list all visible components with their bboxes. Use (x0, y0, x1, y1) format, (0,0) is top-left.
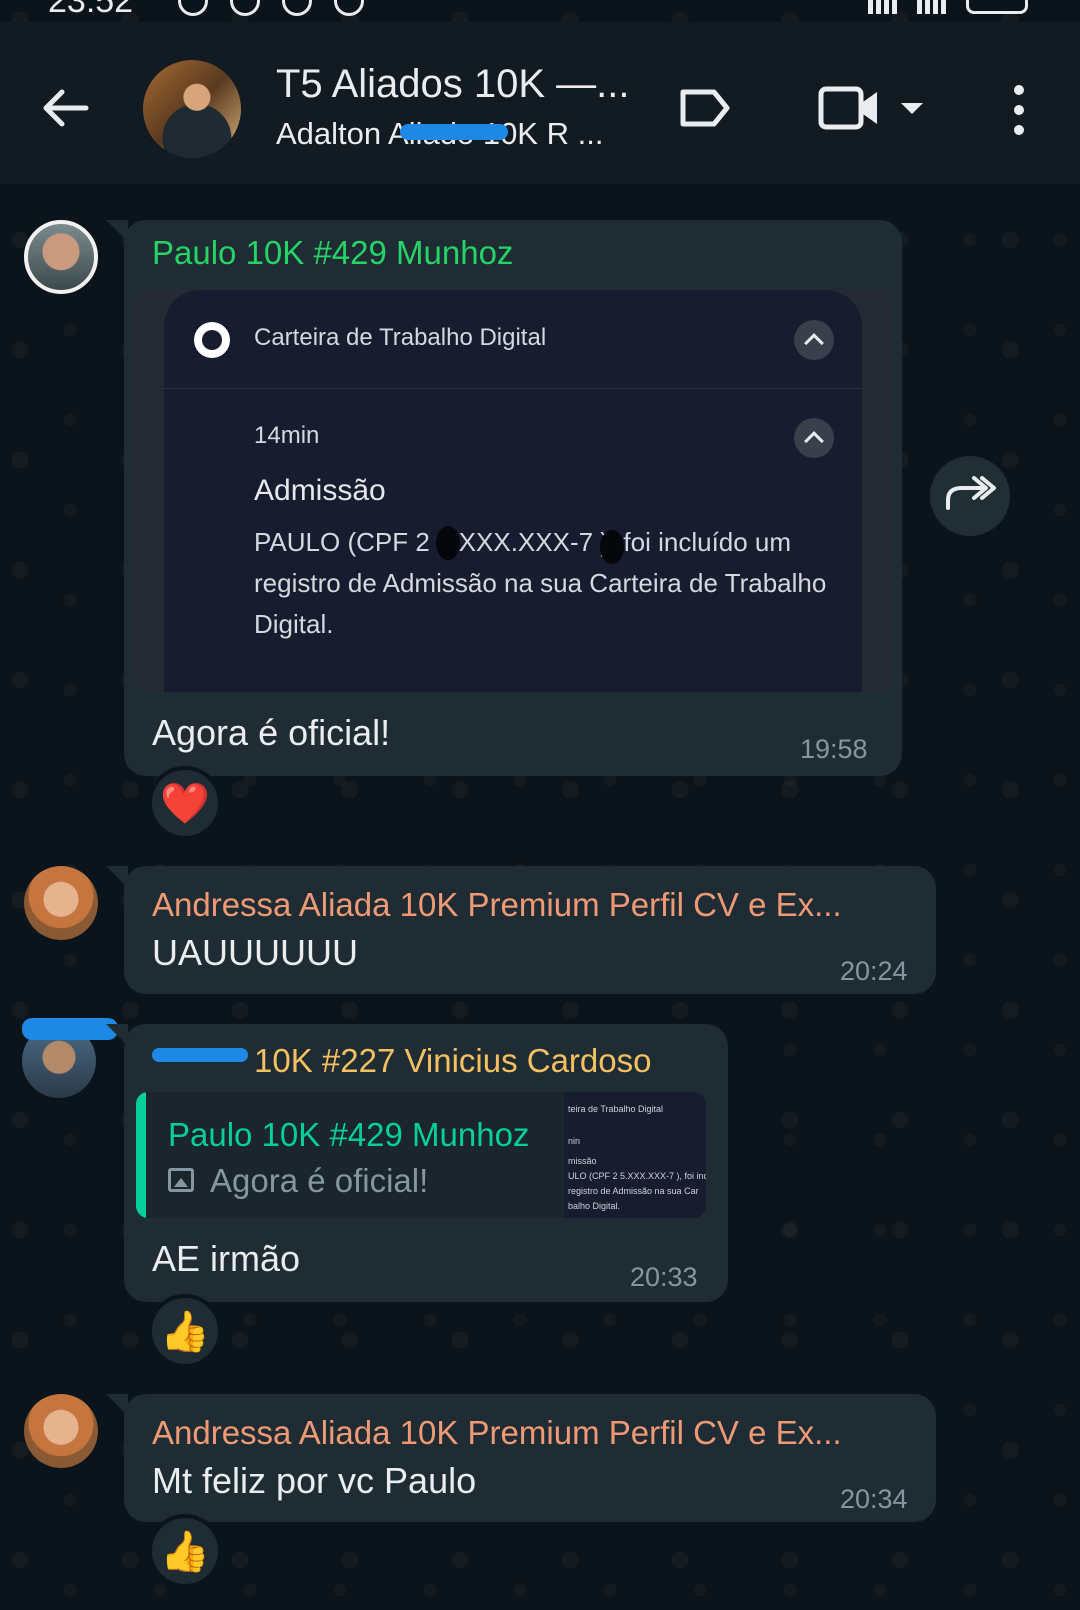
message-text: AE irmão (152, 1238, 301, 1279)
sender-name[interactable]: 10K #227 Vinicius Cardoso (254, 1042, 651, 1080)
redaction-mark (22, 1018, 118, 1040)
more-options-icon[interactable] (1004, 82, 1034, 138)
divider (164, 388, 862, 389)
message-time: 20:24 (840, 956, 908, 986)
chat-header: T5 Aliados 10K —... Adalton Aliado 10K R… (0, 22, 1080, 184)
avatar-andressa[interactable] (24, 1394, 98, 1468)
message-bubble[interactable]: Andressa Aliada 10K Premium Perfil CV e … (106, 1394, 936, 1522)
status-time: 23:52 (48, 0, 134, 20)
group-avatar[interactable] (143, 60, 241, 158)
message-text: UAUUUUUU (152, 932, 358, 973)
notification-time: 14min (254, 422, 320, 449)
avatar-paulo[interactable] (24, 220, 98, 294)
video-call-icon[interactable] (818, 82, 880, 134)
quote-thumbnail: teira de Trabalho Digital nin missão ULO… (564, 1092, 706, 1218)
message-time: 19:58 (800, 734, 868, 764)
sender-name[interactable]: Paulo 10K #429 Munhoz (152, 234, 513, 272)
thumb-line: balho Digital. (568, 1201, 621, 1211)
message-time: 20:33 (630, 1262, 698, 1292)
redaction-mark (152, 1048, 248, 1062)
sender-name[interactable]: Andressa Aliada 10K Premium Perfil CV e … (152, 1414, 842, 1452)
back-arrow-icon[interactable] (38, 80, 94, 136)
image-icon (168, 1168, 194, 1192)
label-icon[interactable] (678, 84, 732, 132)
reaction-badge[interactable]: ❤️ (148, 766, 222, 840)
image-attachment[interactable]: Carteira de Trabalho Digital 14min Admis… (134, 290, 892, 692)
thumb-line: teira de Trabalho Digital (568, 1104, 664, 1114)
thumb-line: registro de Admissão na sua Car (568, 1186, 699, 1196)
message-bubble[interactable]: 10K #227 Vinicius Cardoso Paulo 10K #429… (106, 1024, 728, 1302)
battery-icon (966, 0, 1028, 14)
app-logo-icon (194, 322, 230, 358)
clock-icon (282, 0, 312, 16)
chevron-up-icon (794, 320, 834, 360)
notification-card: Carteira de Trabalho Digital 14min Admis… (164, 290, 862, 692)
message-bubble[interactable]: Andressa Aliada 10K Premium Perfil CV e … (106, 866, 936, 994)
reaction-badge[interactable]: 👍 (148, 1514, 222, 1588)
reaction-badge[interactable]: 👍 (148, 1294, 222, 1368)
redaction-mark (436, 526, 460, 560)
chat-title[interactable]: T5 Aliados 10K —... (276, 62, 630, 107)
message-text: Mt feliz por vc Paulo (152, 1460, 477, 1501)
chevron-down-icon[interactable] (898, 96, 926, 120)
avatar-andressa[interactable] (24, 866, 98, 940)
chevron-up-icon (794, 418, 834, 458)
quote-sender: Paulo 10K #429 Munhoz (168, 1116, 530, 1153)
sync-icon (178, 0, 208, 16)
notification-icon (334, 0, 364, 16)
notification-body: PAULO (CPF 2 5.XXX.XXX-7 ), foi incluído… (254, 527, 827, 639)
message-text: Agora é oficial! (152, 712, 391, 753)
notification-app-name: Carteira de Trabalho Digital (254, 324, 547, 351)
quoted-message[interactable]: Paulo 10K #429 Munhoz Agora é oficial! t… (136, 1092, 706, 1218)
status-icons (178, 0, 364, 16)
quote-accent-bar (136, 1092, 146, 1218)
redaction-mark (600, 530, 624, 564)
forward-icon[interactable] (930, 456, 1010, 536)
signal-2-icon (917, 0, 946, 14)
notification-title: Admissão (254, 474, 386, 507)
sender-name[interactable]: Andressa Aliada 10K Premium Perfil CV e … (152, 886, 842, 924)
signal-icon (868, 0, 897, 14)
status-right (868, 0, 1028, 14)
message-time: 20:34 (840, 1484, 908, 1514)
thumb-line: missão (568, 1156, 597, 1166)
alarm-off-icon (230, 0, 260, 16)
redaction-mark (400, 124, 508, 140)
status-bar: 23:52 (0, 0, 1080, 22)
thumb-line: ULO (CPF 2 5.XXX.XXX-7 ), foi inc (568, 1171, 706, 1181)
thumb-line: nin (568, 1136, 581, 1146)
quote-text: Agora é oficial! (210, 1162, 429, 1199)
